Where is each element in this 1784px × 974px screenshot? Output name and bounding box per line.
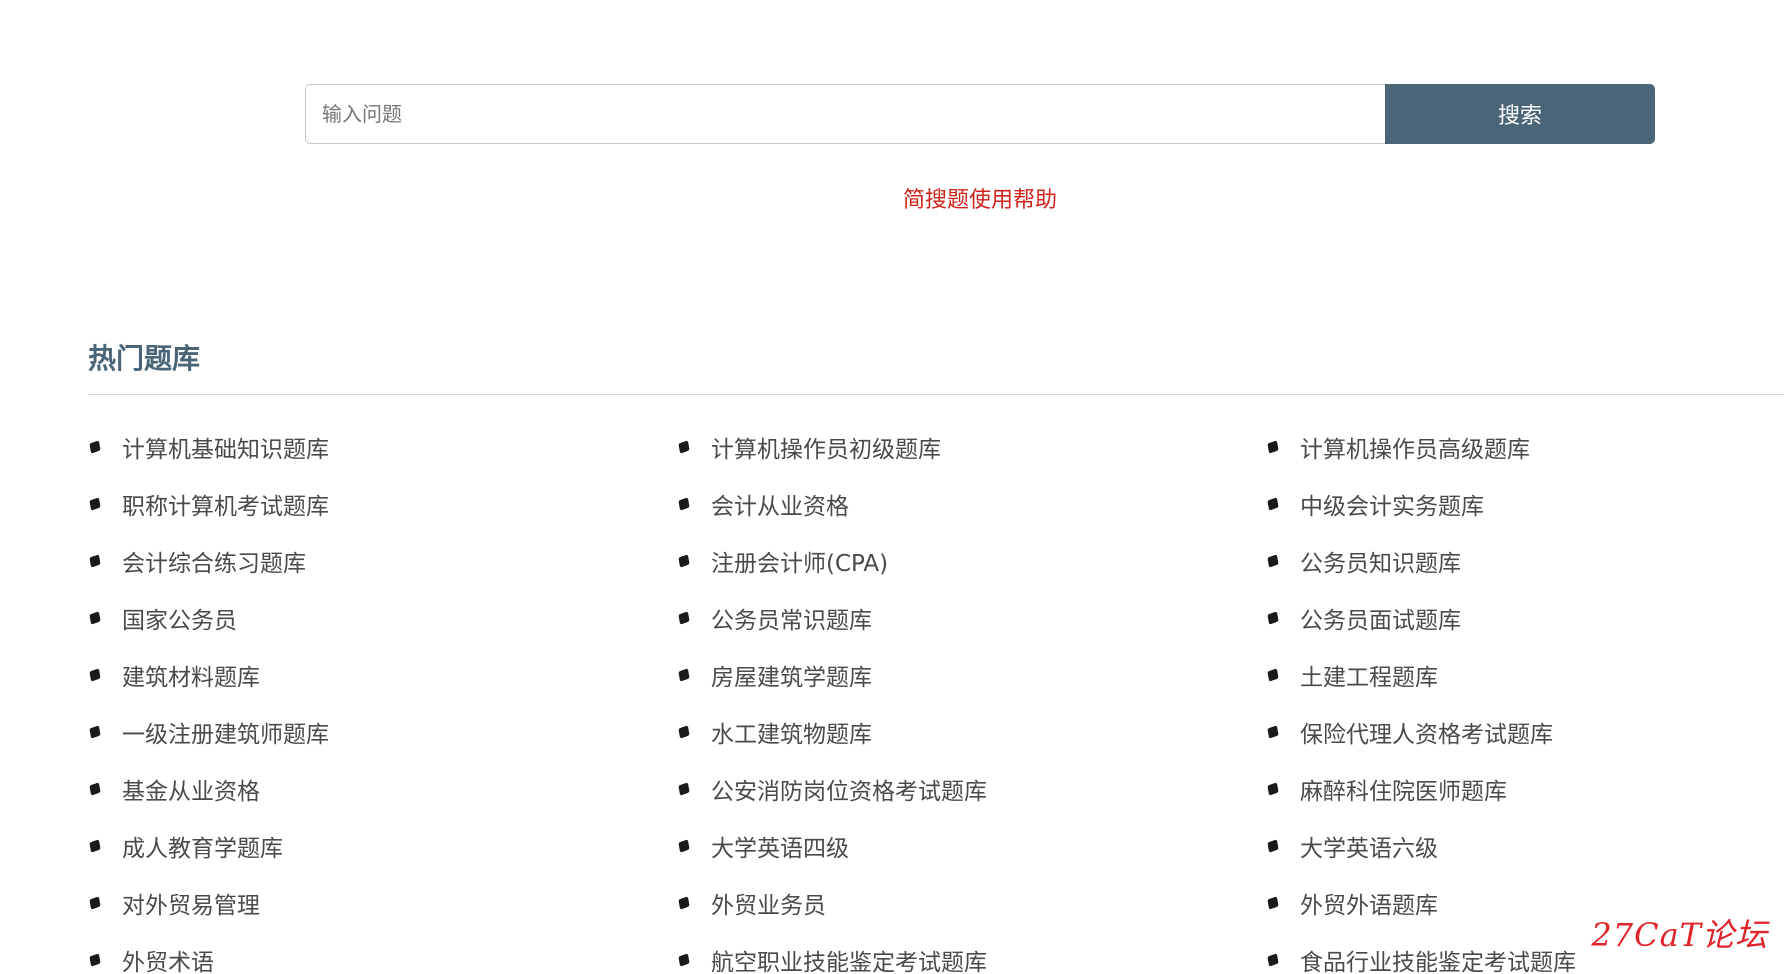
list-item[interactable]: 大学英语六级	[1266, 817, 1784, 874]
list-item-label: 保险代理人资格考试题库	[1300, 721, 1553, 748]
list-item[interactable]: 基金从业资格	[88, 760, 677, 817]
list-item[interactable]: 房屋建筑学题库	[677, 646, 1266, 703]
list-item-label: 中级会计实务题库	[1300, 493, 1484, 520]
list-item-label: 麻醉科住院医师题库	[1300, 778, 1507, 805]
bullet-icon	[89, 667, 101, 682]
bullet-icon	[89, 781, 101, 796]
bullet-icon	[678, 553, 690, 568]
list-item[interactable]: 大学英语四级	[677, 817, 1266, 874]
list-item-label: 基金从业资格	[122, 778, 260, 805]
bullet-icon	[1267, 496, 1279, 511]
bullet-icon	[89, 838, 101, 853]
list-item-label: 职称计算机考试题库	[122, 493, 329, 520]
list-item[interactable]: 会计综合练习题库	[88, 532, 677, 589]
bullet-icon	[89, 496, 101, 511]
list-item[interactable]: 一级注册建筑师题库	[88, 703, 677, 760]
search-input[interactable]	[305, 84, 1385, 144]
list-item-label: 外贸外语题库	[1300, 892, 1438, 919]
list-item[interactable]: 成人教育学题库	[88, 817, 677, 874]
list-item[interactable]: 计算机基础知识题库	[88, 418, 677, 475]
section-divider	[88, 394, 1784, 395]
list-item-label: 食品行业技能鉴定考试题库	[1300, 949, 1576, 974]
list-item[interactable]: 公安消防岗位资格考试题库	[677, 760, 1266, 817]
list-item[interactable]: 土建工程题库	[1266, 646, 1784, 703]
bullet-icon	[678, 610, 690, 625]
list-item-label: 大学英语六级	[1300, 835, 1438, 862]
list-item[interactable]: 公务员知识题库	[1266, 532, 1784, 589]
bullet-icon	[1267, 667, 1279, 682]
list-item[interactable]: 建筑材料题库	[88, 646, 677, 703]
bullet-icon	[1267, 439, 1279, 454]
list-item-label: 外贸术语	[122, 949, 214, 974]
list-item[interactable]: 保险代理人资格考试题库	[1266, 703, 1784, 760]
help-link[interactable]: 简搜题使用帮助	[0, 182, 1784, 214]
list-item[interactable]: 水工建筑物题库	[677, 703, 1266, 760]
list-item[interactable]: 外贸业务员	[677, 874, 1266, 931]
page: 搜索 简搜题使用帮助 热门题库 计算机基础知识题库 计算机操作员初级题库 计算机操作…	[0, 0, 1784, 974]
list-item-label: 外贸业务员	[711, 892, 826, 919]
bullet-icon	[89, 952, 101, 967]
list-item-label: 房屋建筑学题库	[711, 664, 872, 691]
list-item[interactable]: 职称计算机考试题库	[88, 475, 677, 532]
bullet-icon	[89, 724, 101, 739]
bullet-icon	[89, 610, 101, 625]
question-bank-grid: 计算机基础知识题库 计算机操作员初级题库 计算机操作员高级题库 职称计算机考试题库 会计…	[88, 418, 1784, 974]
list-item[interactable]: 注册会计师(CPA)	[677, 532, 1266, 589]
section-title: 热门题库	[88, 342, 201, 375]
list-item[interactable]: 麻醉科住院医师题库	[1266, 760, 1784, 817]
list-item-label: 注册会计师(CPA)	[711, 550, 889, 577]
list-item-label: 航空职业技能鉴定考试题库	[711, 949, 987, 974]
list-item-label: 水工建筑物题库	[711, 721, 872, 748]
bullet-icon	[1267, 610, 1279, 625]
list-item[interactable]: 外贸术语	[88, 931, 677, 974]
bullet-icon	[1267, 838, 1279, 853]
list-item-label: 公务员常识题库	[711, 607, 872, 634]
bullet-icon	[678, 496, 690, 511]
list-item-label: 公安消防岗位资格考试题库	[711, 778, 987, 805]
list-item[interactable]: 航空职业技能鉴定考试题库	[677, 931, 1266, 974]
list-item-label: 一级注册建筑师题库	[122, 721, 329, 748]
list-item-label: 计算机基础知识题库	[122, 436, 329, 463]
list-item-label: 大学英语四级	[711, 835, 849, 862]
bullet-icon	[678, 667, 690, 682]
bullet-icon	[1267, 553, 1279, 568]
list-item[interactable]: 对外贸易管理	[88, 874, 677, 931]
bullet-icon	[678, 724, 690, 739]
list-item[interactable]: 计算机操作员初级题库	[677, 418, 1266, 475]
list-item-label: 公务员知识题库	[1300, 550, 1461, 577]
list-item-label: 公务员面试题库	[1300, 607, 1461, 634]
bullet-icon	[89, 439, 101, 454]
bullet-icon	[678, 895, 690, 910]
bullet-icon	[678, 952, 690, 967]
bullet-icon	[1267, 952, 1279, 967]
list-item[interactable]: 会计从业资格	[677, 475, 1266, 532]
list-item-label: 会计综合练习题库	[122, 550, 306, 577]
list-item-label: 计算机操作员高级题库	[1300, 436, 1530, 463]
list-item-label: 计算机操作员初级题库	[711, 436, 941, 463]
list-item-label: 成人教育学题库	[122, 835, 283, 862]
list-item-label: 对外贸易管理	[122, 892, 260, 919]
list-item-label: 会计从业资格	[711, 493, 849, 520]
list-item-label: 国家公务员	[122, 607, 237, 634]
bullet-icon	[678, 439, 690, 454]
list-item-label: 建筑材料题库	[122, 664, 260, 691]
bullet-icon	[678, 838, 690, 853]
bullet-icon	[1267, 895, 1279, 910]
list-item-label: 土建工程题库	[1300, 664, 1438, 691]
list-item[interactable]: 公务员面试题库	[1266, 589, 1784, 646]
watermark-logo: 27CaT论坛	[1591, 916, 1768, 954]
list-item[interactable]: 国家公务员	[88, 589, 677, 646]
bullet-icon	[89, 895, 101, 910]
list-item[interactable]: 计算机操作员高级题库	[1266, 418, 1784, 475]
bullet-icon	[1267, 781, 1279, 796]
bullet-icon	[678, 781, 690, 796]
list-item[interactable]: 公务员常识题库	[677, 589, 1266, 646]
bullet-icon	[89, 553, 101, 568]
search-button[interactable]: 搜索	[1385, 84, 1655, 144]
search-bar: 搜索	[305, 84, 1655, 144]
list-item[interactable]: 中级会计实务题库	[1266, 475, 1784, 532]
bullet-icon	[1267, 724, 1279, 739]
